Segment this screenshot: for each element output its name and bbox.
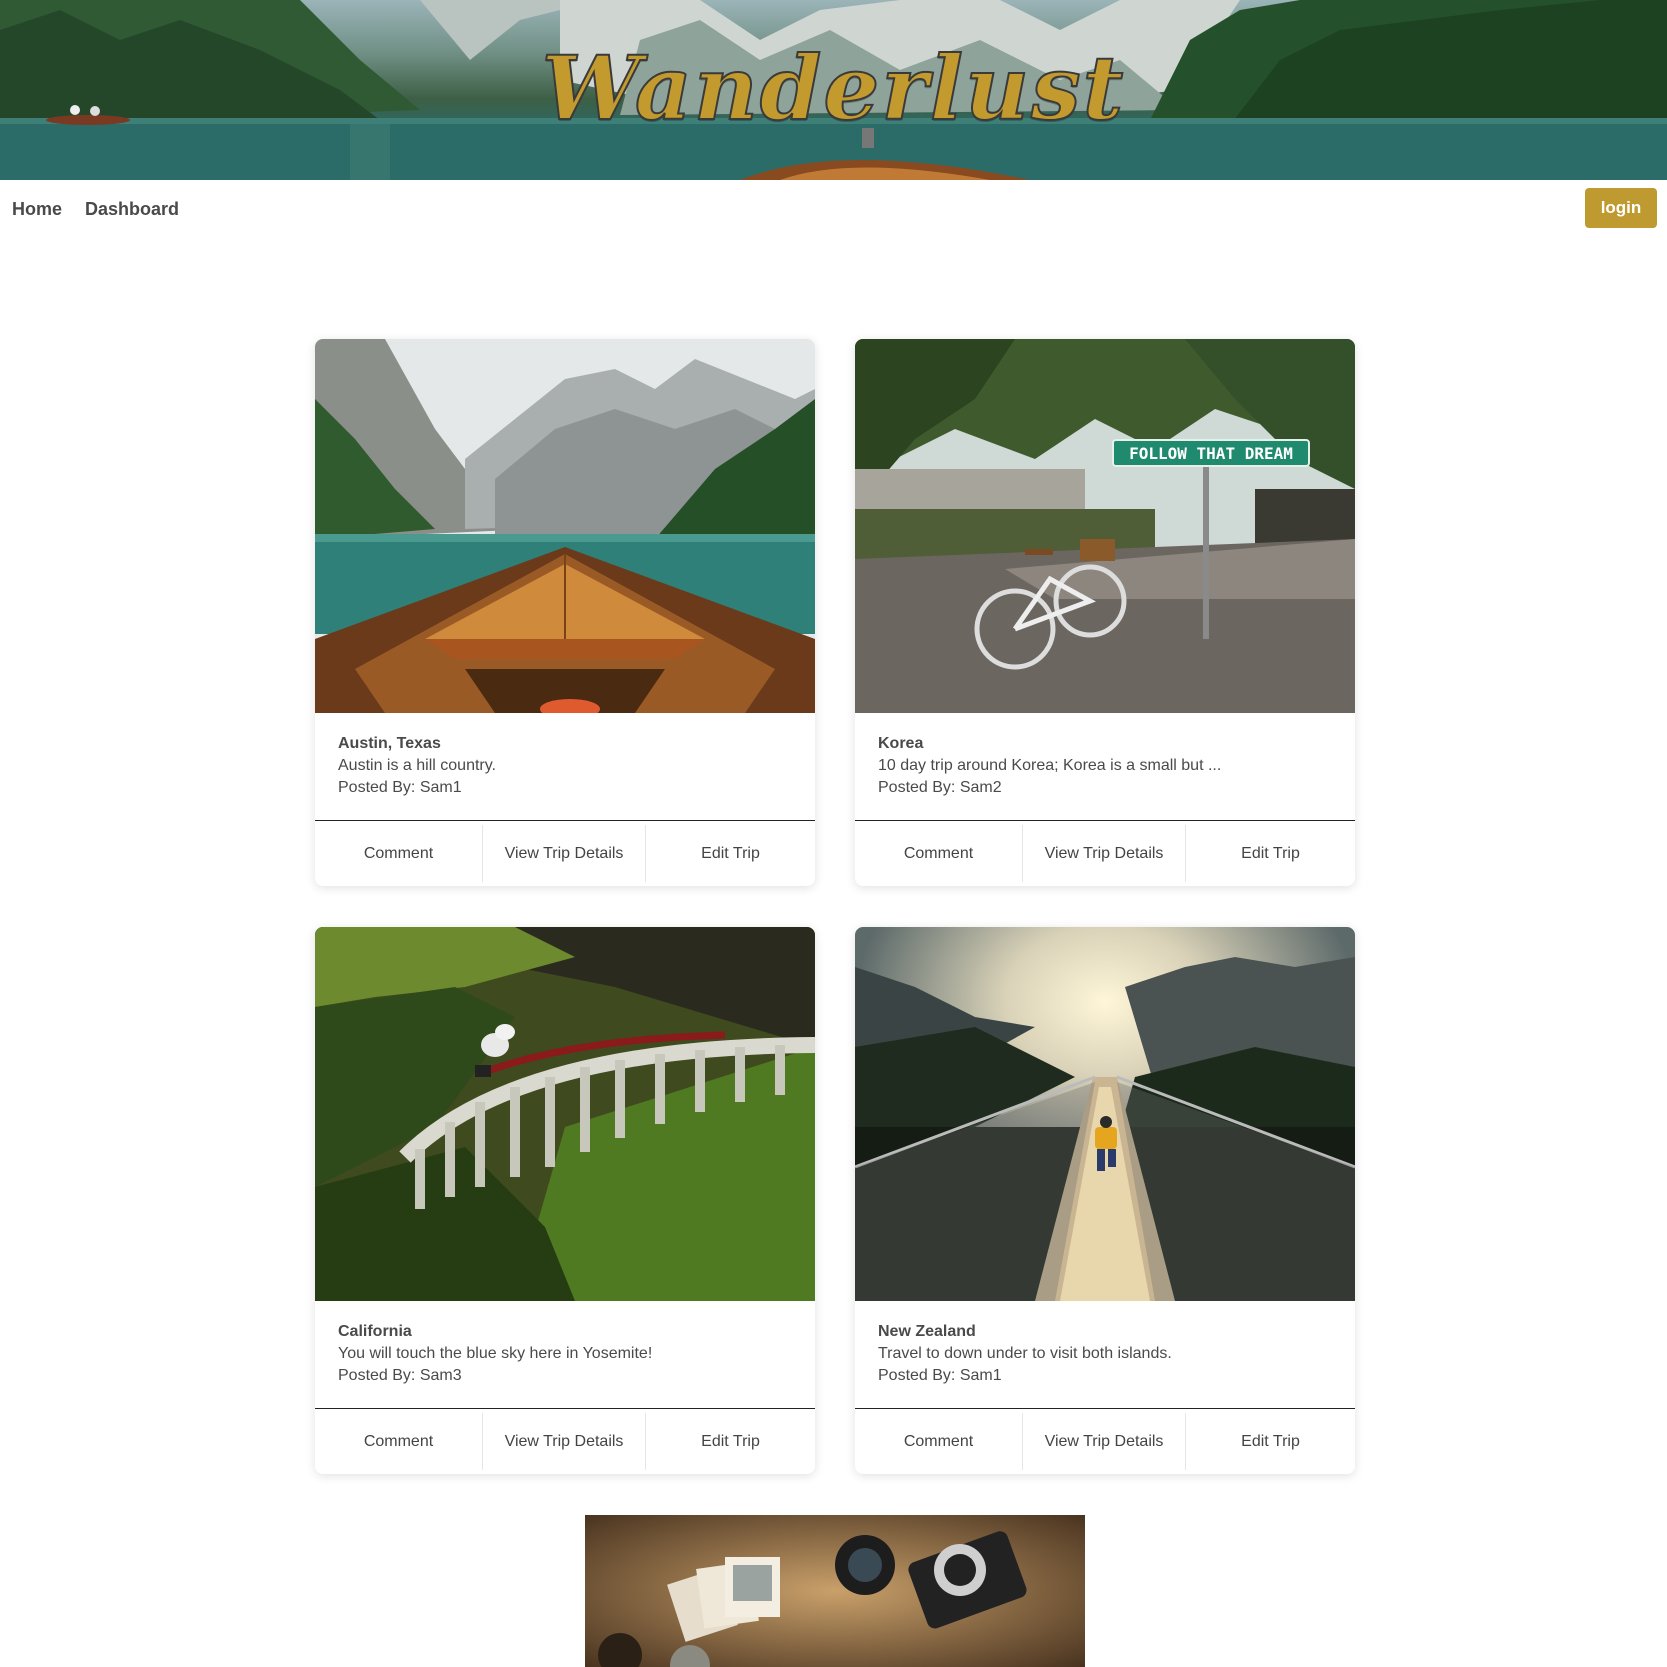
- trip-info: Austin, Texas Austin is a hill country. …: [338, 733, 795, 799]
- trip-info: Korea 10 day trip around Korea; Korea is…: [878, 733, 1335, 799]
- edit-trip-button[interactable]: Edit Trip: [646, 1409, 815, 1474]
- trip-posted-by: Posted By: Sam1: [878, 1367, 1002, 1384]
- card-actions: Comment View Trip Details Edit Trip: [315, 1409, 815, 1474]
- suspension-bridge-hiker-photo: [855, 927, 1355, 1301]
- view-trip-details-button[interactable]: View Trip Details: [483, 825, 646, 882]
- trip-image[interactable]: [315, 339, 815, 713]
- trip-posted-by: Posted By: Sam3: [338, 1367, 462, 1384]
- trip-info: New Zealand Travel to down under to visi…: [878, 1321, 1335, 1387]
- trip-description: Travel to down under to visit both islan…: [878, 1345, 1172, 1362]
- comment-button[interactable]: Comment: [315, 825, 483, 882]
- edit-trip-button[interactable]: Edit Trip: [1186, 1409, 1355, 1474]
- trip-title: California: [338, 1323, 412, 1340]
- trip-card: FOLLOW THAT DREAM Korea 10 day trip arou…: [855, 339, 1355, 886]
- trip-image[interactable]: [315, 927, 815, 1301]
- trip-posted-by: Posted By: Sam2: [878, 779, 1002, 796]
- mountain-lake-boat-photo: [315, 339, 815, 713]
- trip-image[interactable]: FOLLOW THAT DREAM: [855, 339, 1355, 713]
- comment-button[interactable]: Comment: [855, 825, 1023, 882]
- card-actions: Comment View Trip Details Edit Trip: [855, 821, 1355, 886]
- trip-title: Korea: [878, 735, 924, 752]
- trip-title: Austin, Texas: [338, 735, 441, 752]
- brand-title[interactable]: Wanderlust: [0, 35, 1667, 141]
- comment-button[interactable]: Comment: [855, 1413, 1023, 1470]
- top-nav: Home Dashboard login: [0, 180, 1667, 236]
- trip-title: New Zealand: [878, 1323, 976, 1340]
- trip-image[interactable]: [855, 927, 1355, 1301]
- trip-description: You will touch the blue sky here in Yose…: [338, 1345, 653, 1362]
- sign-text: FOLLOW THAT DREAM: [1129, 444, 1293, 463]
- trip-description: 10 day trip around Korea; Korea is a sma…: [878, 757, 1222, 774]
- edit-trip-button[interactable]: Edit Trip: [646, 821, 815, 886]
- card-actions: Comment View Trip Details Edit Trip: [855, 1409, 1355, 1474]
- comment-button[interactable]: Comment: [315, 1413, 483, 1470]
- bicycle-street-sign-photo: FOLLOW THAT DREAM: [855, 339, 1355, 713]
- trip-info: California You will touch the blue sky h…: [338, 1321, 795, 1387]
- trip-posted-by: Posted By: Sam1: [338, 779, 462, 796]
- trip-card: Austin, Texas Austin is a hill country. …: [315, 339, 815, 886]
- trip-card: New Zealand Travel to down under to visi…: [855, 927, 1355, 1474]
- edit-trip-button[interactable]: Edit Trip: [1186, 821, 1355, 886]
- view-trip-details-button[interactable]: View Trip Details: [1023, 1413, 1186, 1470]
- nav-dashboard-link[interactable]: Dashboard: [85, 199, 179, 220]
- view-trip-details-button[interactable]: View Trip Details: [1023, 825, 1186, 882]
- nav-home-link[interactable]: Home: [12, 199, 62, 220]
- camera-map-photo: [585, 1515, 1085, 1667]
- viaduct-train-photo: [315, 927, 815, 1301]
- view-trip-details-button[interactable]: View Trip Details: [483, 1413, 646, 1470]
- trip-description: Austin is a hill country.: [338, 757, 496, 774]
- login-button[interactable]: login: [1585, 188, 1657, 228]
- card-actions: Comment View Trip Details Edit Trip: [315, 821, 815, 886]
- trip-card: California You will touch the blue sky h…: [315, 927, 815, 1474]
- hero-banner: Wanderlust: [0, 0, 1667, 180]
- footer-image: [585, 1515, 1085, 1667]
